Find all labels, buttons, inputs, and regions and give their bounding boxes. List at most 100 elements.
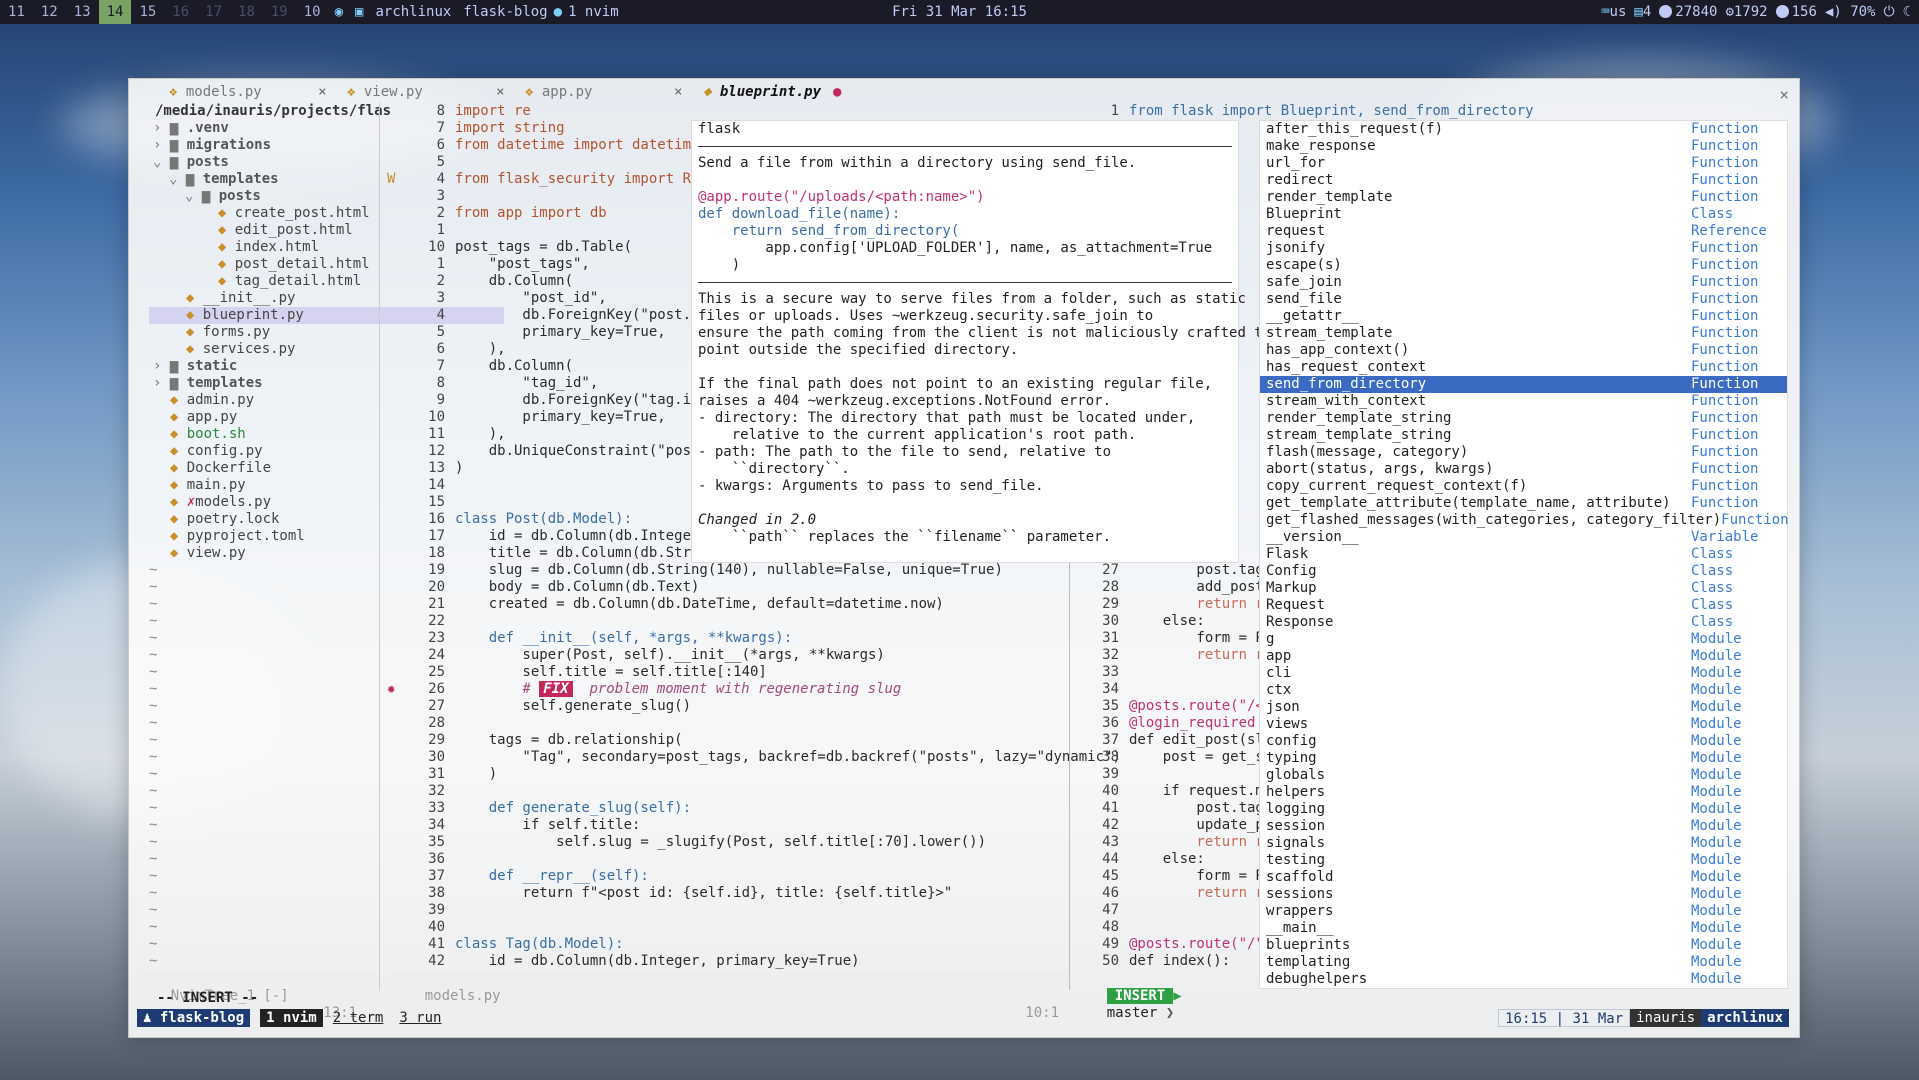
completion-item[interactable]: render_template Function [1260,189,1787,206]
completion-item[interactable]: blueprints Module [1260,937,1787,954]
completion-item[interactable]: has_app_context() Function [1260,342,1787,359]
tmux-window-3[interactable]: 3 run [393,1009,447,1027]
tmux-session[interactable]: ♟ flask-blog [137,1009,251,1027]
completion-item[interactable]: stream_template Function [1260,325,1787,342]
completion-item[interactable]: session Module [1260,818,1787,835]
completion-item[interactable]: stream_with_context Function [1260,393,1787,410]
fold-indicator-icon[interactable] [169,307,186,323]
completion-item[interactable]: scaffold Module [1260,869,1787,886]
completion-item[interactable]: globals Module [1260,767,1787,784]
completion-item[interactable]: render_template_string Function [1260,410,1787,427]
window-count[interactable]: ▤4 [1634,4,1651,20]
fold-indicator-icon[interactable] [153,545,170,561]
completion-item[interactable]: make_response Function [1260,138,1787,155]
fold-indicator-icon[interactable] [201,273,218,289]
buffer-tab[interactable]: ❖ models.py × [169,84,347,102]
completion-item[interactable]: g Module [1260,631,1787,648]
tmux-window-2[interactable]: 2 term [327,1009,390,1027]
completion-item[interactable]: Request Class [1260,597,1787,614]
completion-item[interactable]: abort(status, args, kwargs) Function [1260,461,1787,478]
buffer-tab[interactable]: ❖ app.py × [525,84,703,102]
fold-indicator-icon[interactable] [153,494,170,510]
fold-indicator-icon[interactable] [201,205,218,221]
completion-item[interactable]: Response Class [1260,614,1787,631]
buffer-tab[interactable]: ❖ view.py × [347,84,525,102]
fold-indicator-icon[interactable]: ⌄ [153,154,170,170]
workspace-18[interactable]: 18 [230,0,263,24]
completion-item[interactable]: escape(s) Function [1260,257,1787,274]
modified-dot-icon[interactable]: ● [833,84,841,100]
fold-indicator-icon[interactable] [169,290,186,306]
completion-item[interactable]: after_this_request(f) Function [1260,121,1787,138]
workspace-11[interactable]: 11 [0,0,33,24]
fold-indicator-icon[interactable] [153,426,170,442]
moon-icon[interactable]: ☾ [1903,4,1911,20]
completion-item[interactable]: __getattr__ Function [1260,308,1787,325]
fold-indicator-icon[interactable] [169,341,186,357]
workspace-13[interactable]: 13 [66,0,99,24]
completion-item[interactable]: logging Module [1260,801,1787,818]
temp-widget[interactable]: 156 [1775,4,1817,20]
fold-indicator-icon[interactable]: › [153,120,170,136]
completion-item[interactable]: views Module [1260,716,1787,733]
keyboard-layout[interactable]: ⌨us [1601,4,1626,20]
completion-item[interactable]: helpers Module [1260,784,1787,801]
tab-close-icon[interactable]: × [318,84,326,100]
fold-indicator-icon[interactable]: › [153,358,170,374]
completion-item[interactable]: send_file Function [1260,291,1787,308]
fold-indicator-icon[interactable] [153,528,170,544]
terminal-window[interactable]: × ❖ models.py × ❖ view.py × ❖ app.py × ❖ bluep… [128,78,1800,1038]
completion-item[interactable]: json Module [1260,699,1787,716]
clock[interactable]: Fri 31 Mar 16:15 [892,0,1027,24]
memory-widget[interactable]: ⚙1792 [1725,4,1767,20]
completion-item[interactable]: flash(message, category) Function [1260,444,1787,461]
completion-item[interactable]: Markup Class [1260,580,1787,597]
volume-widget[interactable]: ◀) 70% [1825,4,1876,20]
completion-item[interactable]: url_for Function [1260,155,1787,172]
completion-item[interactable]: ctx Module [1260,682,1787,699]
fold-indicator-icon[interactable] [201,222,218,238]
completion-item[interactable]: Flask Class [1260,546,1787,563]
completion-item[interactable]: __version__ Variable [1260,529,1787,546]
fold-indicator-icon[interactable] [153,511,170,527]
workspace-12[interactable]: 12 [33,0,66,24]
workspace-19[interactable]: 19 [263,0,296,24]
fold-indicator-icon[interactable] [153,409,170,425]
tab-close-icon[interactable]: × [674,84,682,100]
completion-item[interactable]: sessions Module [1260,886,1787,903]
completion-item[interactable]: Blueprint Class [1260,206,1787,223]
buffer-tab[interactable]: ❖ blueprint.py ● [703,84,881,102]
workspace-14[interactable]: 14 [98,0,132,24]
fold-indicator-icon[interactable] [153,460,170,476]
completion-item[interactable]: send_from_directory Function [1260,376,1787,393]
completion-item[interactable]: jsonify Function [1260,240,1787,257]
fold-indicator-icon[interactable]: › [153,375,170,391]
workspace-16[interactable]: 16 [164,0,197,24]
fold-indicator-icon[interactable]: › [153,137,170,153]
completion-item[interactable]: stream_template_string Function [1260,427,1787,444]
completion-item[interactable]: typing Module [1260,750,1787,767]
fold-indicator-icon[interactable] [153,392,170,408]
bitcoin-widget[interactable]: 27840 [1659,4,1717,20]
fold-indicator-icon[interactable]: ⌄ [169,171,186,187]
fold-indicator-icon[interactable] [153,443,170,459]
completion-item[interactable]: wrappers Module [1260,903,1787,920]
completion-item[interactable]: templating Module [1260,954,1787,971]
fold-indicator-icon[interactable] [201,256,218,272]
workspace-17[interactable]: 17 [197,0,230,24]
fold-indicator-icon[interactable] [169,324,186,340]
completion-item[interactable]: app Module [1260,648,1787,665]
workspace-10[interactable]: 10 [296,0,329,24]
completion-item[interactable]: signals Module [1260,835,1787,852]
completion-item[interactable]: config Module [1260,733,1787,750]
completion-item[interactable]: testing Module [1260,852,1787,869]
completion-item[interactable]: __main__ Module [1260,920,1787,937]
completion-item[interactable]: safe_join Function [1260,274,1787,291]
fold-indicator-icon[interactable] [201,239,218,255]
completion-item[interactable]: get_template_attribute(template_name, at… [1260,495,1787,512]
fold-indicator-icon[interactable]: ⌄ [185,188,202,204]
completion-item[interactable]: request Reference [1260,223,1787,240]
power-icon[interactable]: ⏻ [1883,4,1894,20]
close-icon[interactable]: × [1779,85,1789,104]
tab-close-icon[interactable]: × [496,84,504,100]
